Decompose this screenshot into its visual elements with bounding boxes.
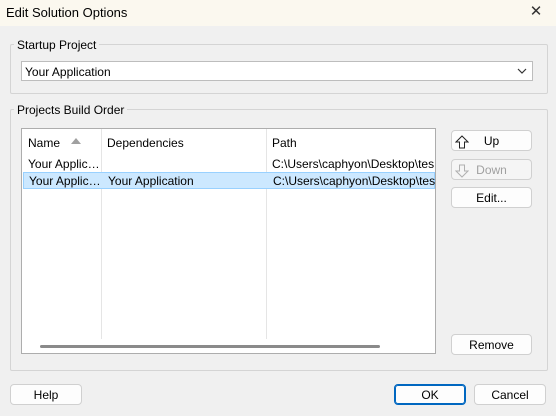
help-button[interactable]: Help — [10, 384, 82, 405]
chevron-down-icon — [517, 68, 527, 74]
help-button-label: Help — [33, 388, 59, 402]
remove-button[interactable]: Remove — [451, 334, 532, 355]
cell-name: Your Applic… — [29, 174, 101, 188]
column-path-label: Path — [272, 136, 297, 150]
cell-dependencies: Your Application — [108, 174, 194, 188]
cell-name: Your Applic… — [28, 157, 100, 171]
column-header-dependencies[interactable]: Dependencies — [102, 129, 267, 155]
cancel-button-label: Cancel — [491, 388, 529, 402]
down-button-label: Down — [476, 163, 507, 177]
window-title: Edit Solution Options — [6, 5, 128, 20]
close-icon[interactable]: ✕ — [524, 1, 548, 23]
sort-ascending-icon — [71, 138, 81, 144]
column-name-label: Name — [28, 136, 61, 150]
cell-path: C:\Users\caphyon\Desktop\test sc — [272, 157, 434, 171]
build-order-label: Projects Build Order — [14, 103, 128, 117]
column-header-name[interactable]: Name — [22, 129, 102, 155]
startup-project-dropdown[interactable]: Your Application — [21, 61, 533, 81]
horizontal-scrollbar[interactable] — [40, 345, 380, 348]
startup-project-label: Startup Project — [14, 38, 100, 52]
column-dependencies-label: Dependencies — [107, 136, 184, 150]
list-header: Name Dependencies Path — [22, 129, 435, 155]
title-bar: Edit Solution Options ✕ — [0, 0, 556, 26]
table-row[interactable]: Your Applic… C:\Users\caphyon\Desktop\te… — [23, 155, 435, 172]
build-order-list[interactable]: Name Dependencies Path Your Applic… C:\U… — [21, 128, 436, 354]
up-button[interactable]: Up — [451, 130, 532, 151]
down-button[interactable]: Down — [451, 159, 532, 180]
ok-button[interactable]: OK — [394, 384, 466, 405]
edit-button-label: Edit... — [476, 191, 507, 205]
cancel-button[interactable]: Cancel — [474, 384, 546, 405]
cell-path: C:\Users\caphyon\Desktop\test sc — [273, 174, 435, 188]
ok-button-label: OK — [421, 388, 439, 402]
up-button-label: Up — [483, 134, 500, 148]
table-row-selected[interactable]: Your Applic… Your Application C:\Users\c… — [23, 172, 435, 189]
arrow-up-icon — [455, 135, 469, 149]
arrow-down-icon — [455, 164, 469, 178]
remove-button-label: Remove — [469, 338, 514, 352]
edit-button[interactable]: Edit... — [451, 187, 532, 208]
startup-project-value: Your Application — [25, 65, 111, 79]
column-header-path[interactable]: Path — [267, 129, 435, 155]
